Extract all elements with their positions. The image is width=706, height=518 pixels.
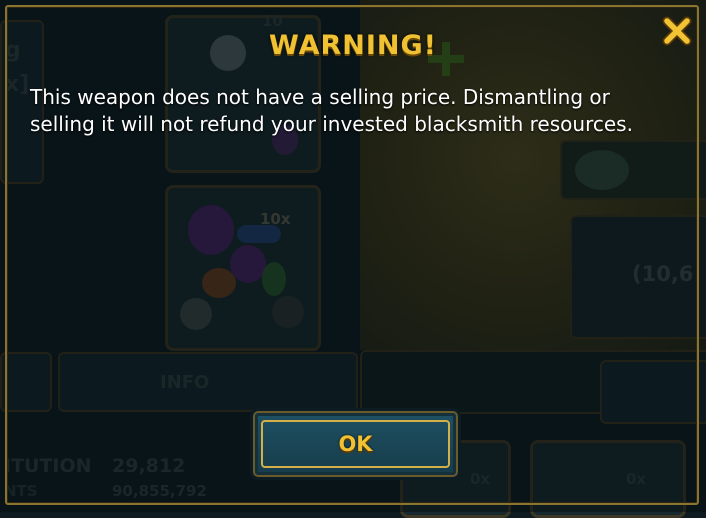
ok-button[interactable]: OK [250, 408, 461, 480]
ok-button-label: OK [338, 432, 373, 456]
dialog-message: This weapon does not have a selling pric… [30, 85, 633, 136]
dialog-title: WARNING! [269, 30, 437, 61]
